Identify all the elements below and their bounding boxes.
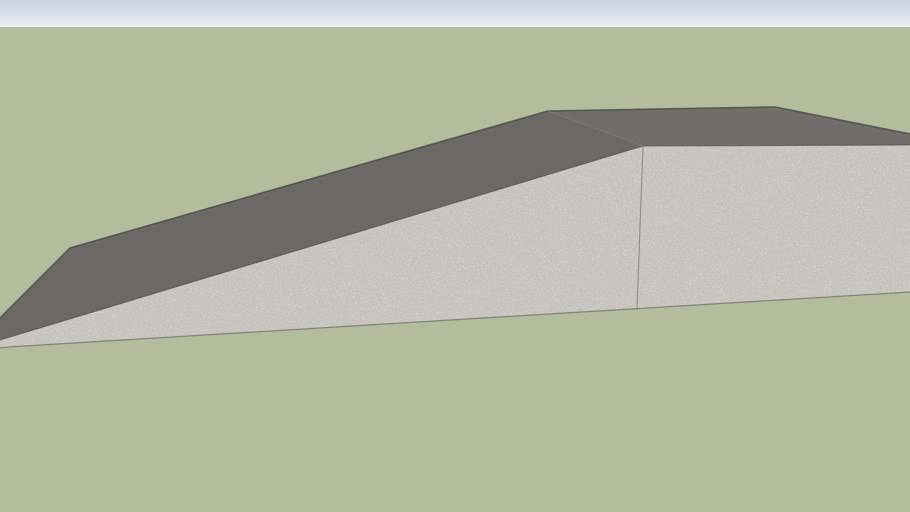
3d-viewport[interactable] [0,0,910,512]
sky-background [0,0,910,28]
model-canvas [0,0,910,512]
